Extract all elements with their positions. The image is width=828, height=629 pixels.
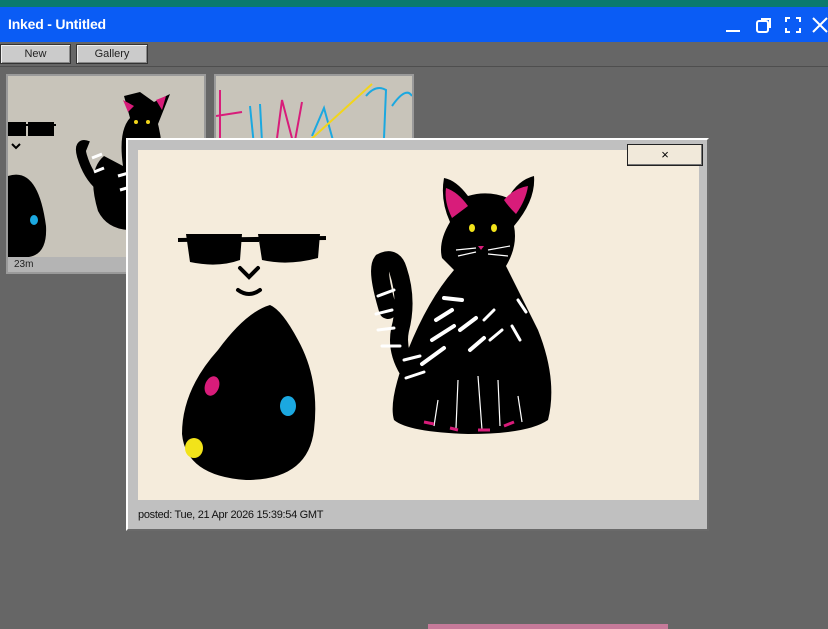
drawing-image xyxy=(138,150,699,500)
top-border-strip xyxy=(0,0,828,7)
restore-icon[interactable] xyxy=(754,15,774,35)
image-viewer-dialog: × posted: Tue, 21 Apr 2026 15:39:54 GMT xyxy=(126,138,709,531)
window-title: Inked - Untitled xyxy=(8,16,106,32)
fullscreen-icon[interactable] xyxy=(783,15,803,35)
posted-timestamp: posted: Tue, 21 Apr 2026 15:39:54 GMT xyxy=(138,509,324,521)
bottom-strip xyxy=(428,624,668,629)
close-viewer-button[interactable]: × xyxy=(627,144,703,166)
new-button[interactable]: New xyxy=(0,44,71,64)
title-bar: Inked - Untitled xyxy=(0,7,828,42)
gallery-button[interactable]: Gallery xyxy=(76,44,148,64)
close-icon[interactable] xyxy=(810,15,828,35)
drawing-canvas xyxy=(138,150,699,500)
toolbar: New Gallery xyxy=(0,42,828,67)
minimize-icon[interactable] xyxy=(723,15,743,35)
